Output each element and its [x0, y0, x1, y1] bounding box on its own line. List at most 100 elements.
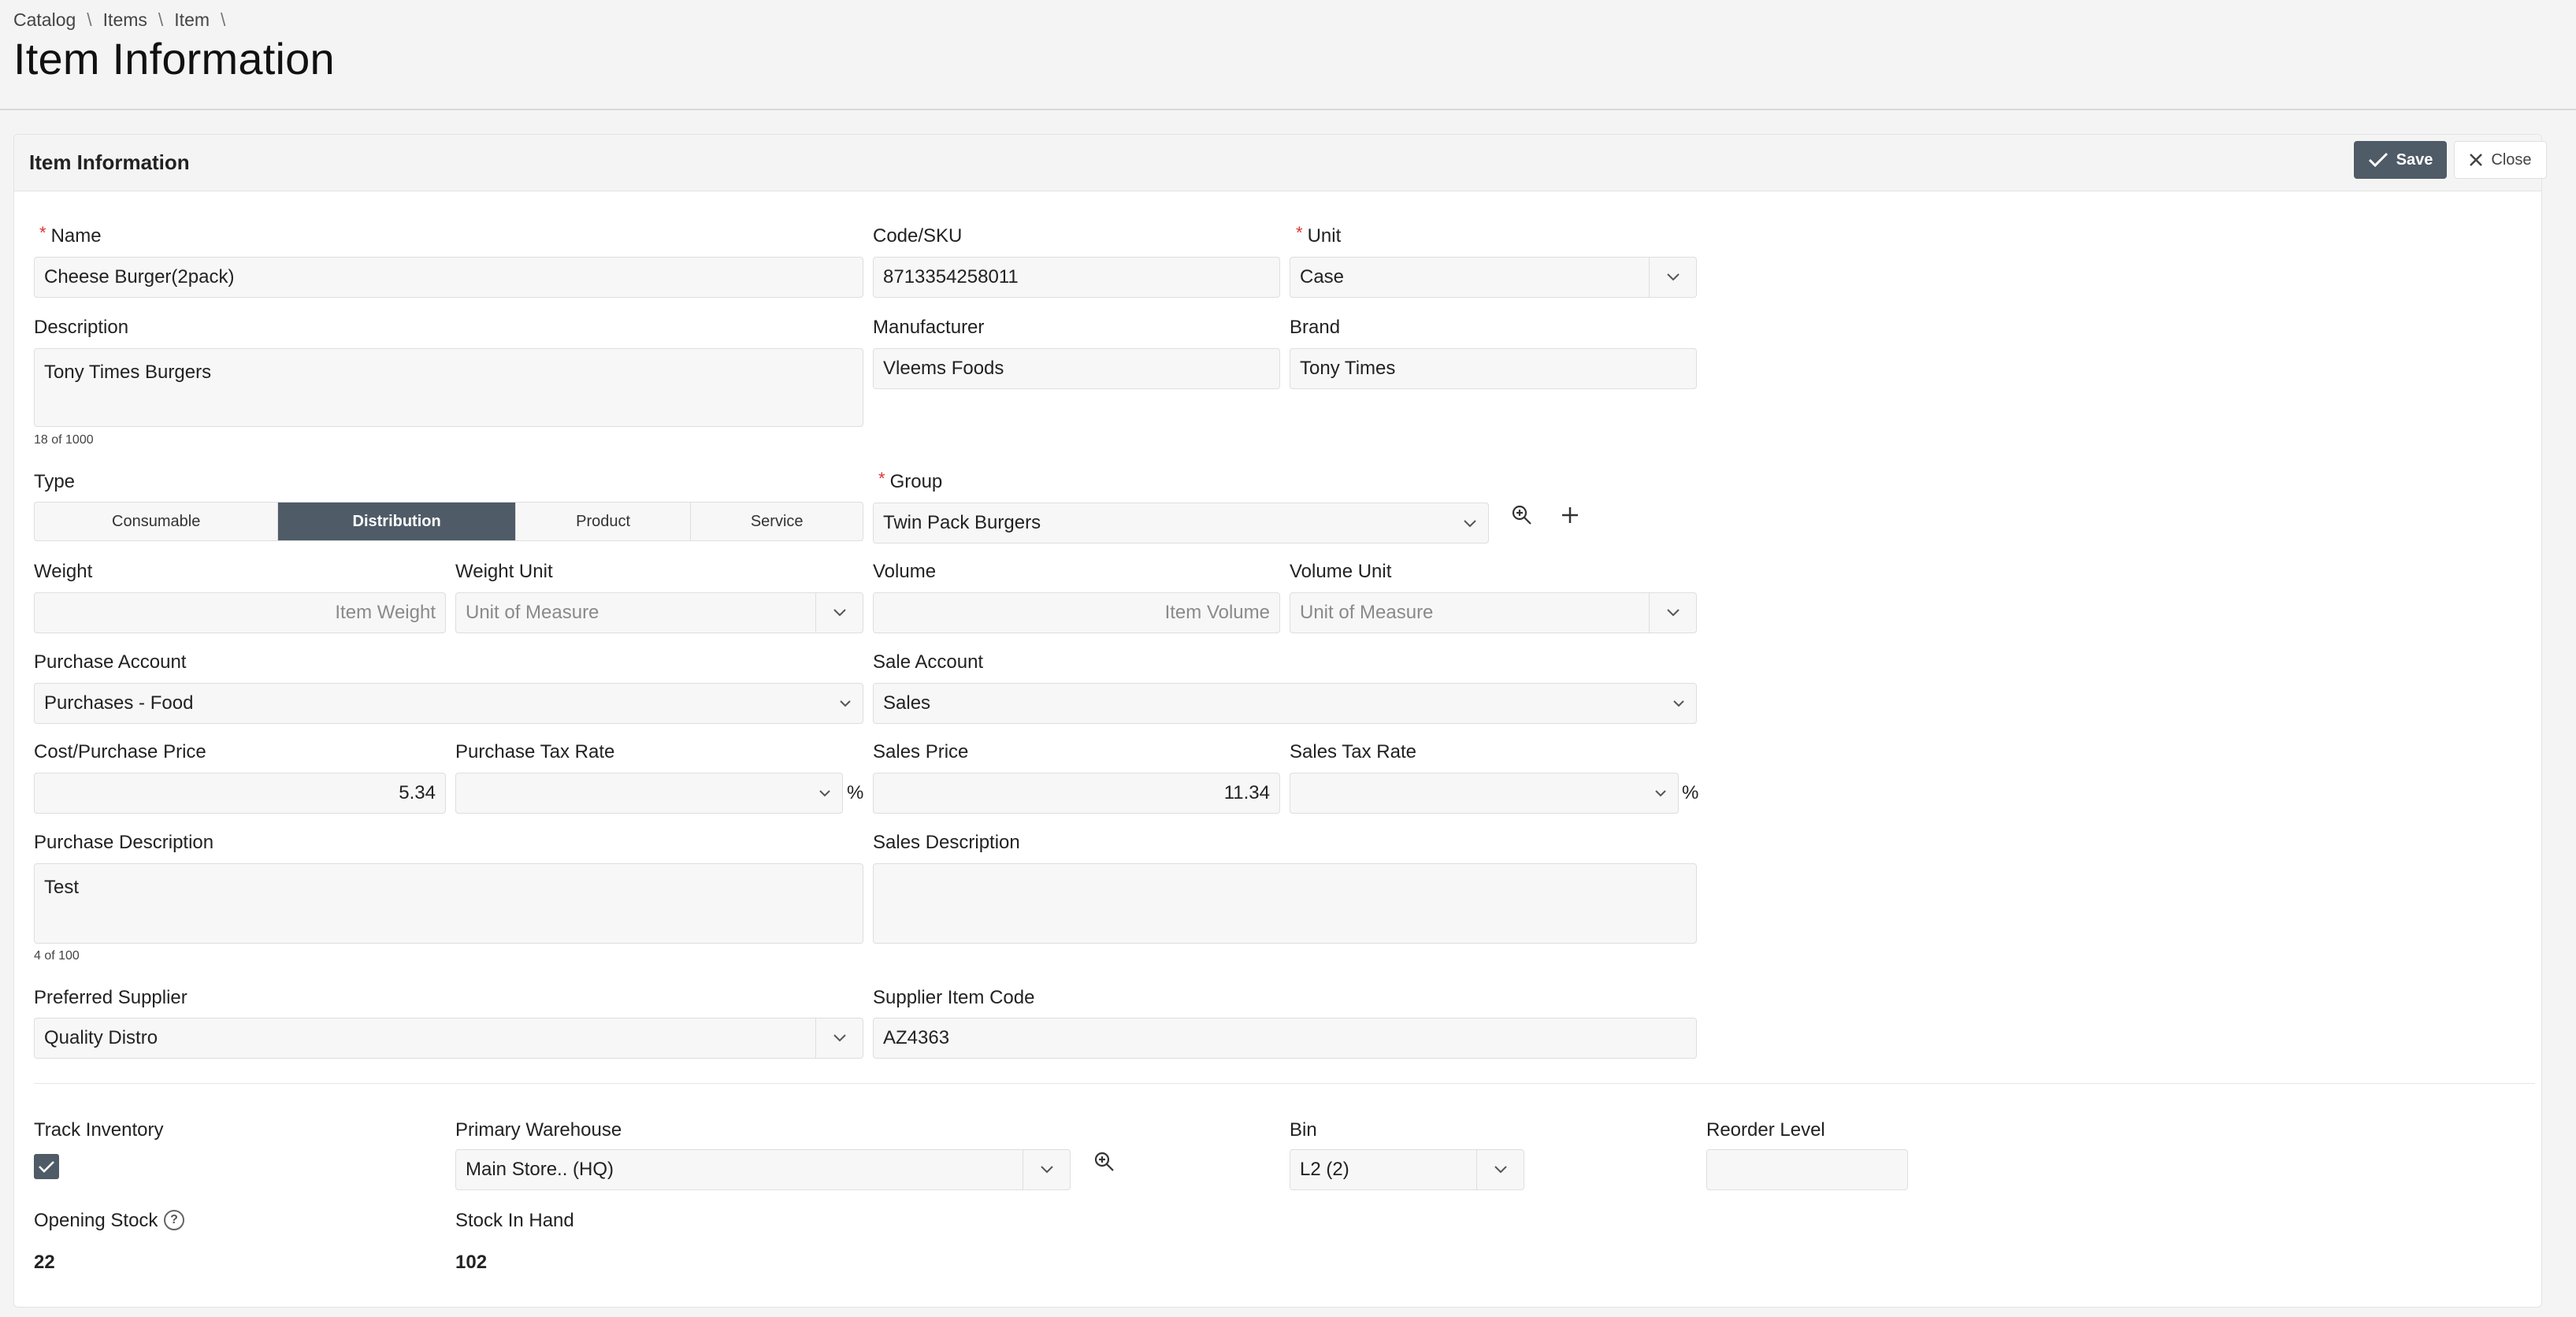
reorder-level-label: Reorder Level — [1706, 1119, 1825, 1141]
panel-title: Item Information — [29, 150, 190, 174]
unit-label: * Unit — [1296, 223, 1342, 247]
volume-unit-select[interactable]: Unit of Measure — [1290, 592, 1697, 633]
chevron-down-icon[interactable] — [1672, 684, 1685, 723]
chevron-down-icon[interactable] — [839, 684, 852, 723]
manufacturer-label: Manufacturer — [873, 317, 985, 338]
add-icon[interactable] — [1554, 499, 1586, 531]
preferred-supplier-select[interactable]: Quality Distro — [34, 1018, 863, 1059]
sales-tax-percent: % — [1682, 782, 1699, 803]
sale-account-select[interactable]: Sales — [873, 683, 1697, 724]
close-icon — [2470, 154, 2483, 166]
description-counter: 18 of 1000 — [34, 433, 94, 447]
chevron-down-icon[interactable] — [1654, 774, 1667, 813]
type-segmented-control: Consumable Distribution Product Service — [34, 502, 863, 541]
chevron-down-icon[interactable] — [818, 774, 831, 813]
stock-in-hand-value: 102 — [455, 1252, 488, 1273]
volume-unit-label: Volume Unit — [1290, 561, 1392, 582]
reorder-level-input[interactable] — [1706, 1149, 1908, 1190]
zoom-in-icon[interactable] — [1506, 499, 1538, 531]
primary-warehouse-label: Primary Warehouse — [455, 1119, 622, 1141]
breadcrumb-item[interactable]: Item — [174, 9, 210, 31]
unit-select[interactable]: Case — [1290, 257, 1697, 298]
breadcrumb-items[interactable]: Items — [103, 9, 147, 31]
brand-input[interactable]: Tony Times — [1290, 348, 1697, 389]
manufacturer-input[interactable]: Vleems Foods — [873, 348, 1280, 389]
type-option-distribution[interactable]: Distribution — [278, 503, 516, 540]
cost-price-input[interactable]: 5.34 — [34, 773, 446, 814]
check-icon — [39, 1161, 54, 1173]
bin-select[interactable]: L2 (2) — [1290, 1149, 1524, 1190]
track-inventory-label: Track Inventory — [34, 1119, 164, 1141]
primary-warehouse-select[interactable]: Main Store.. (HQ) — [455, 1149, 1071, 1190]
type-option-service[interactable]: Service — [691, 503, 863, 540]
group-select[interactable]: Twin Pack Burgers — [873, 503, 1489, 543]
required-marker: * — [878, 469, 885, 488]
weight-input[interactable]: Item Weight — [34, 592, 446, 633]
zoom-in-icon[interactable] — [1089, 1146, 1120, 1178]
close-button[interactable]: Close — [2454, 141, 2547, 179]
panel-header: Item Information Save Close — [14, 135, 2547, 191]
purchase-account-label: Purchase Account — [34, 651, 187, 673]
description-label: Description — [34, 317, 129, 338]
breadcrumb-separator: \ — [158, 9, 164, 30]
volume-input[interactable]: Item Volume — [873, 592, 1280, 633]
save-button-label: Save — [2396, 150, 2433, 169]
stock-in-hand-label: Stock In Hand — [455, 1210, 574, 1231]
type-option-consumable[interactable]: Consumable — [35, 503, 279, 540]
code-label: Code/SKU — [873, 225, 963, 247]
page-title: Item Information — [13, 34, 335, 83]
check-icon — [2368, 152, 2388, 168]
close-button-label: Close — [2491, 150, 2532, 169]
sales-description-label: Sales Description — [873, 832, 1020, 853]
opening-stock-value: 22 — [34, 1252, 55, 1273]
chevron-down-icon[interactable] — [1649, 593, 1696, 633]
weight-label: Weight — [34, 561, 93, 582]
sales-description-textarea[interactable] — [873, 863, 1697, 944]
type-option-product[interactable]: Product — [516, 503, 692, 540]
page-header: Catalog \ Items \ Item \ Item Information — [0, 0, 2576, 110]
name-label: * Name — [39, 223, 102, 247]
volume-label: Volume — [873, 561, 937, 582]
chevron-down-icon[interactable] — [1463, 503, 1477, 543]
purchase-tax-label: Purchase Tax Rate — [455, 741, 615, 762]
breadcrumb: Catalog \ Items \ Item \ — [13, 9, 236, 31]
purchase-tax-percent: % — [847, 782, 864, 803]
breadcrumb-separator: \ — [221, 9, 226, 30]
brand-label: Brand — [1290, 317, 1341, 338]
purchase-description-counter: 4 of 100 — [34, 949, 80, 963]
sales-tax-label: Sales Tax Rate — [1290, 741, 1416, 762]
section-divider — [34, 1083, 2535, 1084]
sale-account-label: Sale Account — [873, 651, 984, 673]
weight-unit-select[interactable]: Unit of Measure — [455, 592, 863, 633]
purchase-description-textarea[interactable]: Test — [34, 863, 863, 944]
code-input[interactable]: 8713354258011 — [873, 257, 1280, 298]
breadcrumb-catalog[interactable]: Catalog — [13, 9, 76, 31]
cost-price-label: Cost/Purchase Price — [34, 741, 206, 762]
required-marker: * — [1296, 223, 1303, 243]
chevron-down-icon[interactable] — [815, 593, 863, 633]
breadcrumb-separator: \ — [87, 9, 92, 30]
sales-price-label: Sales Price — [873, 741, 969, 762]
supplier-item-code-label: Supplier Item Code — [873, 987, 1035, 1008]
save-button[interactable]: Save — [2354, 141, 2447, 179]
chevron-down-icon[interactable] — [1023, 1150, 1070, 1189]
description-textarea[interactable]: Tony Times Burgers — [34, 348, 863, 427]
bin-label: Bin — [1290, 1119, 1317, 1141]
help-icon[interactable]: ? — [164, 1210, 184, 1230]
chevron-down-icon[interactable] — [815, 1018, 863, 1058]
chevron-down-icon[interactable] — [1476, 1150, 1524, 1189]
purchase-account-select[interactable]: Purchases - Food — [34, 683, 863, 724]
purchase-description-label: Purchase Description — [34, 832, 214, 853]
name-input[interactable]: Cheese Burger(2pack) — [34, 257, 863, 298]
required-marker: * — [39, 223, 46, 243]
opening-stock-label: Opening Stock — [34, 1210, 158, 1231]
track-inventory-checkbox[interactable] — [34, 1154, 59, 1179]
sales-price-input[interactable]: 11.34 — [873, 773, 1280, 814]
chevron-down-icon[interactable] — [1649, 258, 1696, 297]
purchase-tax-select[interactable] — [455, 773, 843, 814]
type-label: Type — [34, 471, 76, 492]
sales-tax-select[interactable] — [1290, 773, 1679, 814]
supplier-item-code-input[interactable]: AZ4363 — [873, 1018, 1697, 1059]
preferred-supplier-label: Preferred Supplier — [34, 987, 187, 1008]
group-label: * Group — [878, 469, 943, 492]
